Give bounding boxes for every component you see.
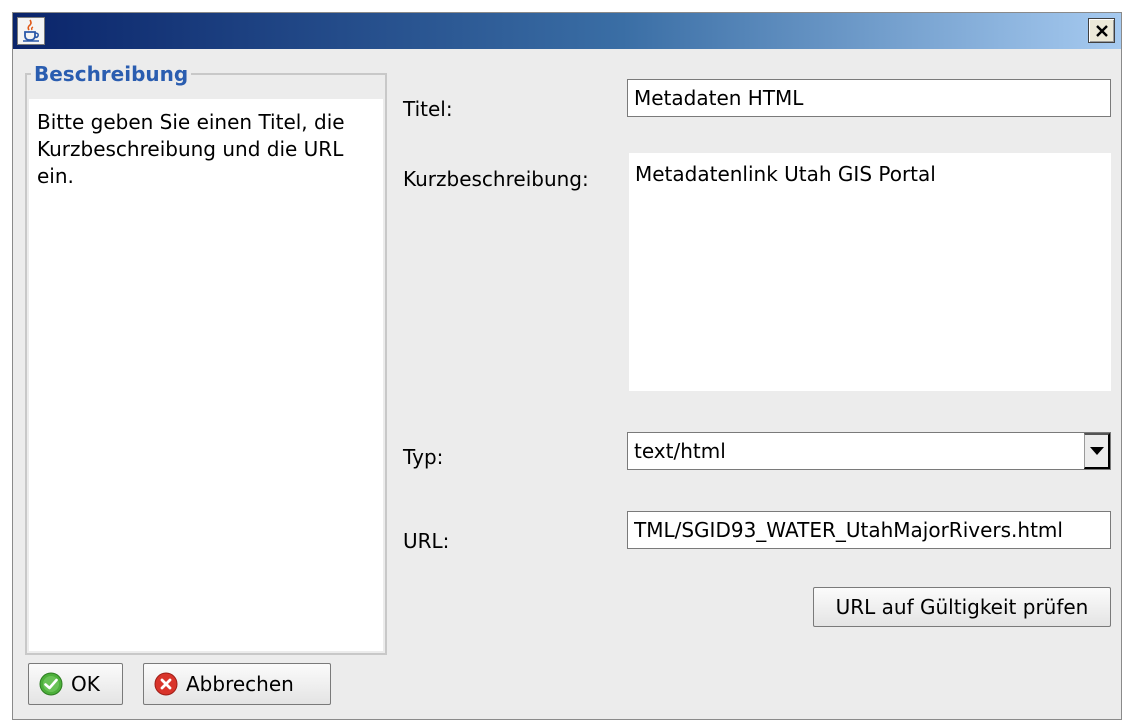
cancel-button[interactable]: Abbrechen <box>143 663 331 705</box>
type-select[interactable]: text/html <box>627 432 1111 470</box>
metadata-link-dialog: Beschreibung Bitte geben Sie einen Titel… <box>12 12 1122 720</box>
url-input[interactable] <box>627 511 1111 549</box>
red-x-icon <box>154 672 178 696</box>
cancel-button-label: Abbrechen <box>186 672 294 696</box>
title-input[interactable] <box>627 79 1111 117</box>
title-bar[interactable] <box>13 13 1121 49</box>
short-description-textarea[interactable]: Metadatenlink Utah GIS Portal <box>629 153 1111 391</box>
url-label: URL: <box>403 529 450 553</box>
close-icon <box>1095 24 1108 37</box>
ok-button-label: OK <box>71 672 100 696</box>
short-description-label: Kurzbeschreibung: <box>403 167 589 191</box>
triangle-down-icon <box>1089 447 1104 455</box>
close-button[interactable] <box>1088 18 1115 43</box>
ok-button[interactable]: OK <box>28 663 123 705</box>
type-label: Typ: <box>403 445 444 469</box>
java-cup-icon[interactable] <box>17 17 45 45</box>
check-url-button[interactable]: URL auf Gültigkeit prüfen <box>813 587 1111 627</box>
description-group-title: Beschreibung <box>31 62 192 86</box>
type-dropdown-button[interactable] <box>1084 433 1110 469</box>
green-check-icon <box>39 672 63 696</box>
title-label: Titel: <box>403 97 453 121</box>
description-text: Bitte geben Sie einen Titel, die Kurzbes… <box>29 99 383 651</box>
type-select-value: text/html <box>634 439 726 463</box>
